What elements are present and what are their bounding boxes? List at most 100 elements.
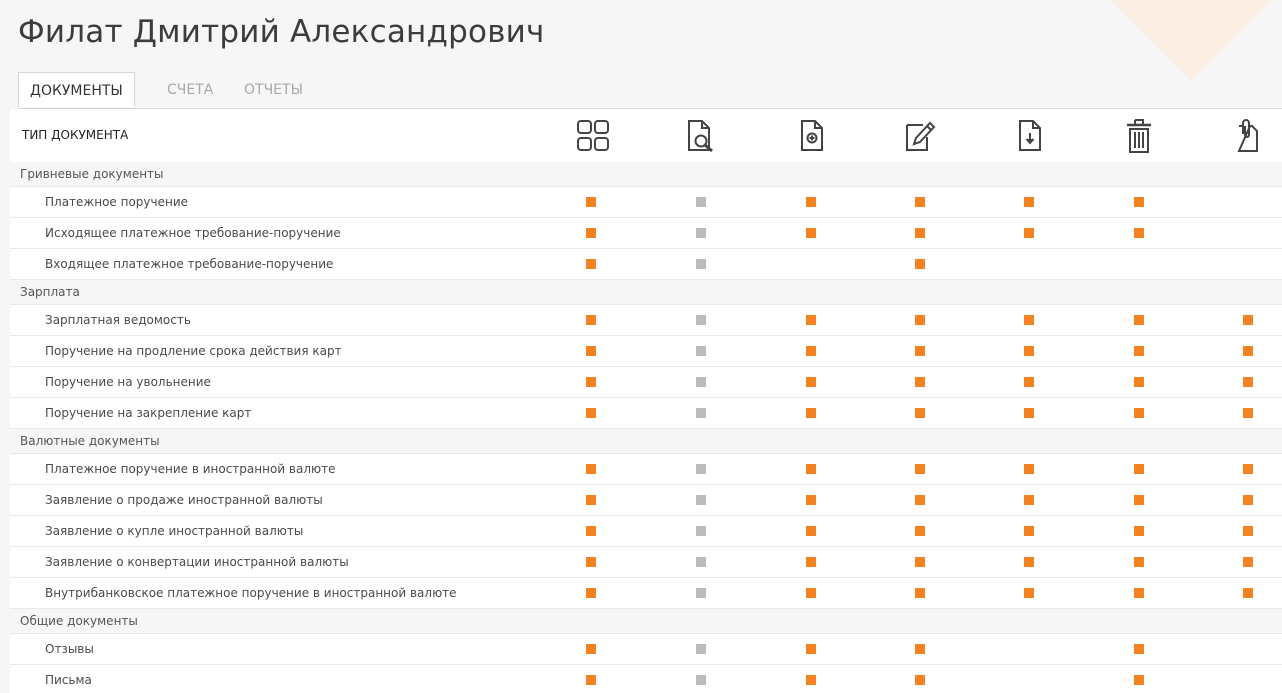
permission-checkbox-document-search[interactable]	[696, 588, 706, 598]
permission-checkbox-edit-document[interactable]	[915, 228, 925, 238]
permission-checkbox-document-add[interactable]	[806, 495, 816, 505]
permission-checkbox-trash[interactable]	[1134, 346, 1144, 356]
document-add-icon[interactable]	[795, 117, 829, 155]
attachment-icon[interactable]	[1230, 117, 1264, 155]
permission-checkbox-grid[interactable]	[586, 526, 596, 536]
permission-checkbox-edit-document[interactable]	[915, 675, 925, 685]
permission-checkbox-attachment[interactable]	[1243, 588, 1253, 598]
permission-checkbox-document-download[interactable]	[1024, 228, 1034, 238]
permission-checkbox-grid[interactable]	[586, 408, 596, 418]
permission-checkbox-document-search[interactable]	[696, 259, 706, 269]
tab-documents[interactable]: ДОКУМЕНТЫ	[18, 72, 135, 107]
permission-checkbox-document-download[interactable]	[1024, 408, 1034, 418]
permission-checkbox-edit-document[interactable]	[915, 644, 925, 654]
permission-checkbox-grid[interactable]	[586, 228, 596, 238]
permission-checkbox-document-search[interactable]	[696, 495, 706, 505]
permission-checkbox-attachment[interactable]	[1243, 377, 1253, 387]
document-download-icon[interactable]	[1013, 117, 1047, 155]
permission-checkbox-attachment[interactable]	[1243, 408, 1253, 418]
permission-checkbox-trash[interactable]	[1134, 228, 1144, 238]
permission-checkbox-grid[interactable]	[586, 197, 596, 207]
group-header-row: Гривневые документы	[10, 162, 1282, 187]
permission-checkbox-trash[interactable]	[1134, 377, 1144, 387]
permission-checkbox-document-add[interactable]	[806, 557, 816, 567]
permission-checkbox-trash[interactable]	[1134, 644, 1144, 654]
permission-checkbox-document-search[interactable]	[696, 526, 706, 536]
permission-checkbox-document-search[interactable]	[696, 464, 706, 474]
permission-checkbox-document-search[interactable]	[696, 557, 706, 567]
permission-checkbox-grid[interactable]	[586, 464, 596, 474]
permission-checkbox-document-add[interactable]	[806, 644, 816, 654]
permission-checkbox-document-download[interactable]	[1024, 346, 1034, 356]
permission-checkbox-attachment[interactable]	[1243, 495, 1253, 505]
permission-checkbox-edit-document[interactable]	[915, 495, 925, 505]
permission-checkbox-document-search[interactable]	[696, 675, 706, 685]
permission-checkbox-attachment[interactable]	[1243, 346, 1253, 356]
permission-checkbox-edit-document[interactable]	[915, 588, 925, 598]
permission-checkbox-document-add[interactable]	[806, 408, 816, 418]
permission-checkbox-grid[interactable]	[586, 377, 596, 387]
permission-checkbox-document-add[interactable]	[806, 526, 816, 536]
permission-checkbox-attachment[interactable]	[1243, 526, 1253, 536]
permission-checkbox-edit-document[interactable]	[915, 557, 925, 567]
permission-checkbox-edit-document[interactable]	[915, 377, 925, 387]
permission-checkbox-trash[interactable]	[1134, 588, 1144, 598]
permission-checkbox-trash[interactable]	[1134, 557, 1144, 567]
permission-checkbox-trash[interactable]	[1134, 464, 1144, 474]
permission-checkbox-document-search[interactable]	[696, 346, 706, 356]
document-search-icon[interactable]	[685, 117, 719, 155]
permission-checkbox-document-add[interactable]	[806, 675, 816, 685]
permission-checkbox-document-add[interactable]	[806, 377, 816, 387]
table-row: Входящее платежное требование-поручение	[10, 249, 1282, 280]
permission-checkbox-document-download[interactable]	[1024, 464, 1034, 474]
permission-checkbox-grid[interactable]	[586, 315, 596, 325]
permission-checkbox-document-add[interactable]	[806, 588, 816, 598]
permission-checkbox-document-search[interactable]	[696, 377, 706, 387]
tab-reports[interactable]: ОТЧЕТЫ	[244, 72, 303, 108]
permission-checkbox-document-search[interactable]	[696, 315, 706, 325]
permission-checkbox-trash[interactable]	[1134, 408, 1144, 418]
permission-checkbox-document-download[interactable]	[1024, 377, 1034, 387]
edit-document-icon[interactable]	[903, 117, 937, 155]
permission-checkbox-document-search[interactable]	[696, 644, 706, 654]
permission-checkbox-document-search[interactable]	[696, 228, 706, 238]
permission-checkbox-trash[interactable]	[1134, 315, 1144, 325]
permission-checkbox-document-add[interactable]	[806, 315, 816, 325]
permission-checkbox-document-search[interactable]	[696, 408, 706, 418]
permission-checkbox-attachment[interactable]	[1243, 315, 1253, 325]
permission-checkbox-document-download[interactable]	[1024, 526, 1034, 536]
tab-accounts[interactable]: СЧЕТА	[167, 72, 213, 108]
grid-icon[interactable]	[576, 117, 610, 155]
permission-checkbox-attachment[interactable]	[1243, 557, 1253, 567]
permission-checkbox-edit-document[interactable]	[915, 315, 925, 325]
permission-checkbox-document-download[interactable]	[1024, 197, 1034, 207]
permission-checkbox-edit-document[interactable]	[915, 346, 925, 356]
permission-checkbox-edit-document[interactable]	[915, 526, 925, 536]
permission-checkbox-document-add[interactable]	[806, 197, 816, 207]
permission-checkbox-trash[interactable]	[1134, 197, 1144, 207]
permission-checkbox-grid[interactable]	[586, 495, 596, 505]
permission-checkbox-edit-document[interactable]	[915, 197, 925, 207]
permission-checkbox-edit-document[interactable]	[915, 408, 925, 418]
permission-checkbox-edit-document[interactable]	[915, 464, 925, 474]
permission-checkbox-grid[interactable]	[586, 644, 596, 654]
permission-checkbox-trash[interactable]	[1134, 495, 1144, 505]
permission-checkbox-document-add[interactable]	[806, 228, 816, 238]
trash-icon[interactable]	[1122, 117, 1156, 155]
permission-checkbox-grid[interactable]	[586, 346, 596, 356]
permission-checkbox-document-download[interactable]	[1024, 588, 1034, 598]
permission-checkbox-attachment[interactable]	[1243, 464, 1253, 474]
permission-checkbox-grid[interactable]	[586, 675, 596, 685]
permission-checkbox-grid[interactable]	[586, 259, 596, 269]
permission-checkbox-trash[interactable]	[1134, 526, 1144, 536]
permission-checkbox-grid[interactable]	[586, 588, 596, 598]
permission-checkbox-document-download[interactable]	[1024, 557, 1034, 567]
permission-checkbox-grid[interactable]	[586, 557, 596, 567]
permission-checkbox-edit-document[interactable]	[915, 259, 925, 269]
permission-checkbox-document-download[interactable]	[1024, 315, 1034, 325]
permission-checkbox-document-search[interactable]	[696, 197, 706, 207]
permission-checkbox-document-add[interactable]	[806, 346, 816, 356]
permission-checkbox-document-add[interactable]	[806, 464, 816, 474]
permission-checkbox-document-download[interactable]	[1024, 495, 1034, 505]
permission-checkbox-trash[interactable]	[1134, 675, 1144, 685]
